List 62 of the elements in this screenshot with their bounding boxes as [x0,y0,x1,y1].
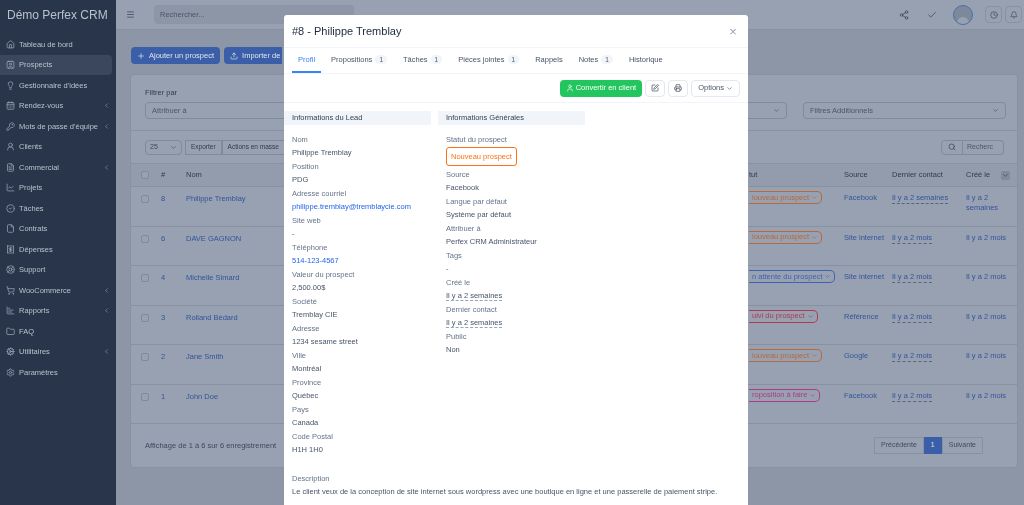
document-icon [6,162,15,172]
calendar-icon [6,101,15,111]
chevron-icon [103,102,110,110]
bell-icon [1009,10,1018,19]
bell-button[interactable] [1005,6,1022,23]
bar-chart-icon [6,306,15,316]
user-icon [565,84,574,92]
row-checkbox[interactable] [141,392,149,401]
row-checkbox[interactable] [141,313,149,322]
caret-icon [824,273,832,280]
row-checkbox[interactable] [141,195,149,203]
print-button[interactable] [668,79,689,97]
menu-icon[interactable] [126,10,135,19]
caret-icon [811,194,819,201]
check-icon[interactable] [927,9,937,20]
caret-icon [809,391,817,399]
search-icon [948,143,956,151]
column-toggle-button[interactable] [1001,170,1010,180]
file-icon [6,224,15,234]
caret-icon [1002,171,1009,179]
cogs-icon [6,347,15,357]
plus-icon [137,51,145,60]
chevron-icon [103,348,110,356]
share-icon[interactable] [899,9,909,20]
key-icon [6,121,15,131]
chevron-icon [103,307,110,315]
edit-icon [651,84,660,92]
folder-icon [6,326,15,336]
user-icon [6,142,15,152]
modal-title: #8 - Philippe Tremblay [292,23,402,39]
clock-icon [989,10,998,19]
caret-icon [170,143,177,151]
close-button[interactable]: × [726,24,740,38]
upload-icon [230,51,239,60]
caret-icon [992,107,999,115]
chevron-icon [103,163,110,171]
check-circle-icon [6,203,15,213]
caret-icon [811,233,819,241]
lightbulb-icon [6,80,15,90]
contact-card-icon [6,60,15,70]
caret-icon [806,312,814,320]
chevron-icon [103,122,110,130]
cart-icon [6,285,15,295]
select-all-checkbox[interactable] [141,171,149,179]
row-checkbox[interactable] [141,274,149,282]
avatar[interactable] [953,4,973,25]
receipt-icon [6,244,15,254]
house-icon [6,39,15,49]
chevron-icon [103,286,110,294]
search-button[interactable] [941,139,963,155]
edit-button[interactable] [645,79,666,97]
caret-icon [811,352,819,359]
row-checkbox[interactable] [141,234,149,243]
row-checkbox[interactable] [141,353,149,361]
caret-icon [726,84,733,92]
line-chart-icon [6,183,15,193]
clock-button[interactable] [985,6,1002,23]
caret-icon [773,107,780,115]
lifebuoy-icon [6,265,15,275]
settings-icon [6,367,15,377]
printer-icon [674,84,683,92]
brand-name: Démo Perfex CRM [7,7,108,24]
